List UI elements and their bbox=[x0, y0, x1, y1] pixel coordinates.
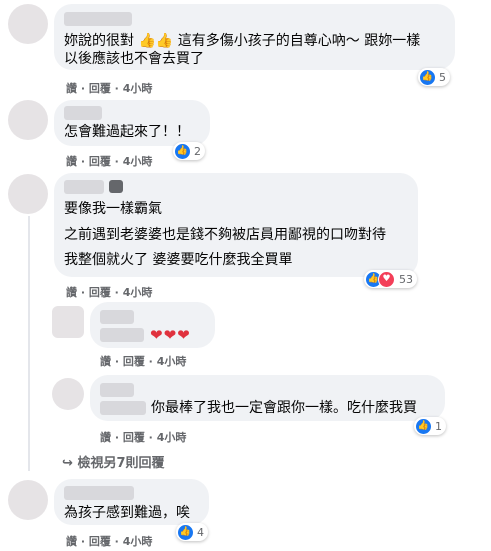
reply-link[interactable]: 回覆 bbox=[89, 82, 111, 95]
comment-text: 以後應該也不會去買了 bbox=[64, 51, 204, 67]
reaction-summary[interactable]: 👍 4 bbox=[176, 523, 208, 541]
reaction-count: 4 bbox=[197, 525, 204, 539]
top-fan-badge-icon bbox=[109, 180, 123, 193]
reaction-summary[interactable]: 👍 1 bbox=[414, 417, 446, 435]
reaction-summary[interactable]: 👍 5 bbox=[418, 68, 450, 86]
comment-text: 之前遇到老婆婆也是錢不夠被店員用鄙視的口吻對待 bbox=[64, 227, 386, 243]
reaction-count: 1 bbox=[435, 419, 442, 433]
love-reaction-icon: ♥ bbox=[378, 270, 395, 288]
reaction-summary[interactable]: 👍 2 bbox=[173, 142, 205, 160]
commenter-name[interactable] bbox=[64, 180, 104, 194]
like-reaction-icon: 👍 bbox=[178, 524, 193, 540]
timestamp[interactable]: 4小時 bbox=[123, 535, 153, 548]
commenter-avatar[interactable] bbox=[8, 4, 48, 44]
reaction-count: 5 bbox=[439, 70, 446, 84]
comment-text: 我整個就火了 婆婆要吃什麼我全買單 bbox=[64, 252, 293, 268]
like-link[interactable]: 讚 bbox=[66, 535, 77, 548]
like-reaction-icon: 👍 bbox=[175, 143, 190, 159]
reply-actions: 讚 · 回覆 · 4小時 bbox=[100, 431, 187, 444]
reply-text: 你最棒了我也一定會跟你一樣。吃什麼我買 bbox=[151, 400, 417, 416]
like-reaction-icon: 👍 bbox=[416, 418, 431, 434]
commenter-avatar[interactable] bbox=[8, 100, 48, 140]
replier-name[interactable] bbox=[100, 310, 134, 324]
timestamp[interactable]: 4小時 bbox=[157, 431, 187, 444]
reply-avatar[interactable] bbox=[52, 378, 84, 410]
timestamp[interactable]: 4小時 bbox=[123, 155, 153, 168]
comment-text: 要像我一樣霸氣 bbox=[64, 201, 162, 217]
reply-link[interactable]: 回覆 bbox=[123, 431, 145, 444]
reply-avatar[interactable] bbox=[52, 306, 84, 338]
comment-actions: 讚 · 回覆 · 4小時 bbox=[66, 286, 153, 299]
commenter-name[interactable] bbox=[64, 12, 132, 26]
commenter-name[interactable] bbox=[64, 106, 102, 120]
comment-text: 為孩子感到難過，唉 bbox=[64, 505, 190, 521]
like-reaction-icon: 👍 bbox=[420, 69, 435, 85]
like-link[interactable]: 讚 bbox=[66, 155, 77, 168]
commenter-avatar[interactable] bbox=[8, 174, 48, 214]
comment-text: 怎會難過起來了！！ bbox=[64, 124, 190, 140]
timestamp[interactable]: 4小時 bbox=[157, 355, 187, 368]
commenter-name[interactable] bbox=[64, 486, 134, 500]
like-link[interactable]: 讚 bbox=[100, 355, 111, 368]
like-link[interactable]: 讚 bbox=[66, 82, 77, 95]
view-more-replies-link[interactable]: ↪ 檢視另7則回覆 bbox=[62, 452, 164, 471]
like-link[interactable]: 讚 bbox=[100, 431, 111, 444]
comment-actions: 讚 · 回覆 · 4小時 bbox=[66, 82, 153, 95]
comment-actions: 讚 · 回覆 · 4小時 bbox=[66, 535, 153, 548]
reply-actions: 讚 · 回覆 · 4小時 bbox=[100, 355, 187, 368]
reply-arrow-icon: ↪ bbox=[62, 456, 73, 471]
comment-text: 妳說的很對 👍👍 這有多傷小孩子的自尊心吶～ 跟妳一樣 bbox=[64, 33, 421, 49]
reaction-count: 2 bbox=[194, 144, 201, 158]
reply-link[interactable]: 回覆 bbox=[89, 286, 111, 299]
timestamp[interactable]: 4小時 bbox=[123, 286, 153, 299]
timestamp[interactable]: 4小時 bbox=[123, 82, 153, 95]
reaction-count: 53 bbox=[399, 272, 413, 286]
like-link[interactable]: 讚 bbox=[66, 286, 77, 299]
thread-connector bbox=[28, 216, 30, 471]
replier-name[interactable] bbox=[100, 383, 134, 397]
reply-link[interactable]: 回覆 bbox=[123, 355, 145, 368]
comment-actions: 讚 · 回覆 · 4小時 bbox=[66, 155, 153, 168]
replier-name-extra bbox=[100, 401, 146, 415]
commenter-avatar[interactable] bbox=[8, 480, 48, 520]
replier-name-extra bbox=[100, 328, 144, 342]
reply-link[interactable]: 回覆 bbox=[89, 155, 111, 168]
reaction-summary[interactable]: 👍 ♥ 53 bbox=[364, 270, 417, 288]
reply-text: ❤❤❤ bbox=[150, 326, 191, 344]
reply-link[interactable]: 回覆 bbox=[89, 535, 111, 548]
